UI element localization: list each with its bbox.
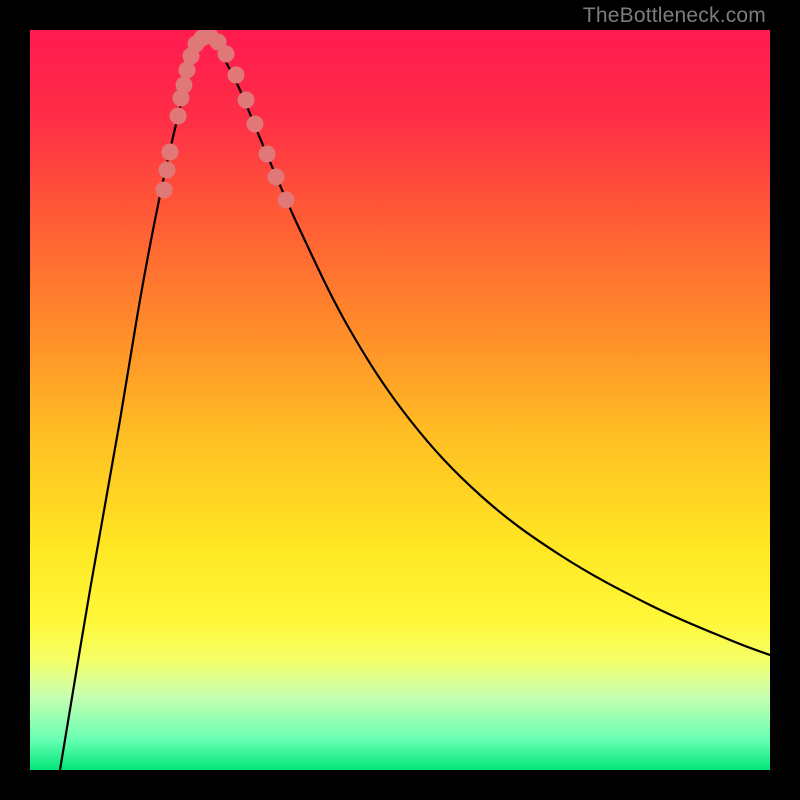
data-point [228, 67, 245, 84]
data-point [238, 92, 255, 109]
data-point [259, 146, 276, 163]
data-point [170, 108, 187, 125]
data-point [278, 192, 295, 209]
data-point [218, 46, 235, 63]
watermark-text: TheBottleneck.com [583, 4, 766, 28]
plot-area [30, 30, 770, 770]
data-point [162, 144, 179, 161]
curve-layer [30, 30, 770, 770]
chart-frame: TheBottleneck.com [0, 0, 800, 800]
data-point [268, 169, 285, 186]
curve-dots [156, 30, 295, 209]
curve-left-branch [60, 35, 202, 770]
curve-right-branch [213, 35, 770, 655]
data-point [247, 116, 264, 133]
data-point [156, 182, 173, 199]
data-point [159, 162, 176, 179]
data-point [176, 77, 193, 94]
